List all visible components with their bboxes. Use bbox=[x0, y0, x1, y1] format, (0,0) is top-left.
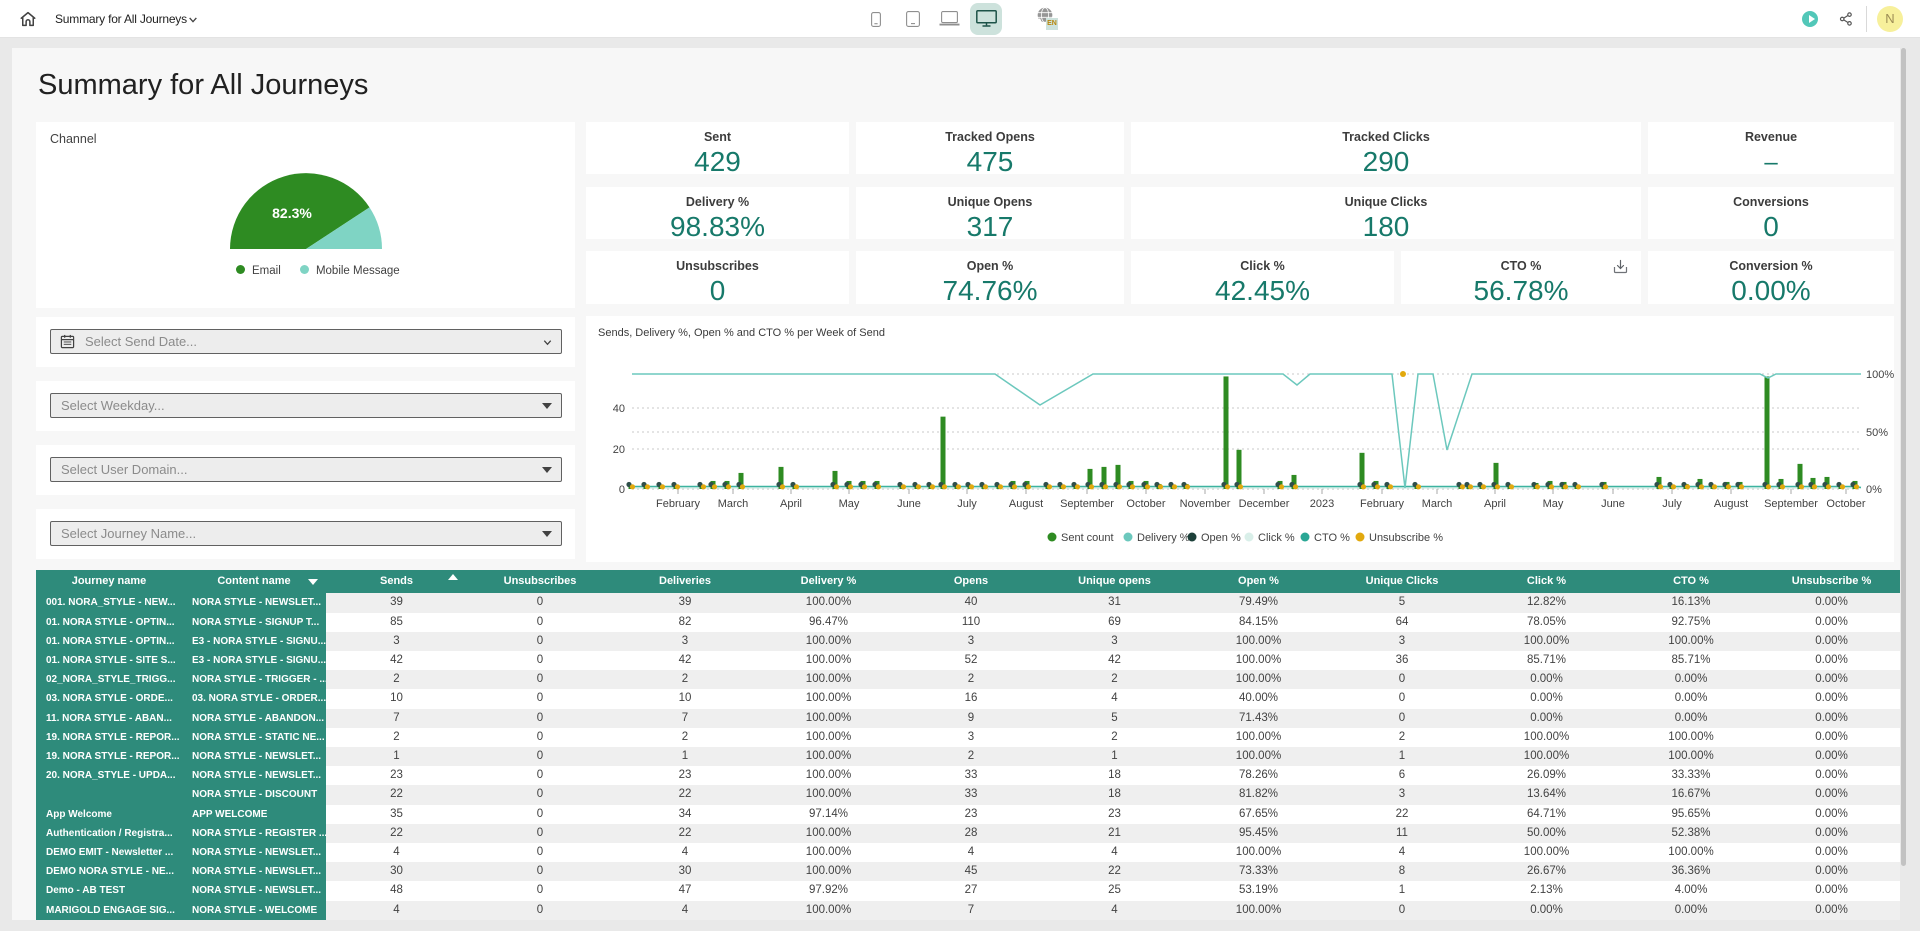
svg-text:Delivery %: Delivery % bbox=[1137, 532, 1190, 544]
svg-text:September: September bbox=[1764, 498, 1818, 510]
svg-text:0%: 0% bbox=[1866, 484, 1882, 496]
svg-text:March: March bbox=[1422, 498, 1453, 510]
svg-text:82.3%: 82.3% bbox=[272, 205, 312, 221]
svg-text:October: October bbox=[1126, 498, 1165, 510]
svg-text:May: May bbox=[1543, 498, 1564, 510]
svg-text:June: June bbox=[897, 498, 921, 510]
svg-text:February: February bbox=[656, 498, 701, 510]
svg-text:April: April bbox=[780, 498, 802, 510]
svg-text:Sent count: Sent count bbox=[1061, 532, 1114, 544]
svg-text:Unsubscribe %: Unsubscribe % bbox=[1369, 532, 1443, 544]
svg-text:February: February bbox=[1360, 498, 1405, 510]
svg-text:October: October bbox=[1826, 498, 1865, 510]
svg-text:100%: 100% bbox=[1866, 369, 1894, 381]
svg-text:April: April bbox=[1484, 498, 1506, 510]
svg-text:Open %: Open % bbox=[1201, 532, 1241, 544]
svg-text:June: June bbox=[1601, 498, 1625, 510]
svg-text:May: May bbox=[839, 498, 860, 510]
svg-text:July: July bbox=[957, 498, 977, 510]
svg-text:December: December bbox=[1239, 498, 1290, 510]
svg-text:August: August bbox=[1009, 498, 1043, 510]
svg-text:March: March bbox=[718, 498, 749, 510]
svg-text:0: 0 bbox=[619, 484, 625, 496]
svg-text:50%: 50% bbox=[1866, 427, 1888, 439]
svg-text:Click %: Click % bbox=[1258, 532, 1295, 544]
svg-text:July: July bbox=[1662, 498, 1682, 510]
svg-text:November: November bbox=[1180, 498, 1231, 510]
svg-text:2023: 2023 bbox=[1310, 498, 1334, 510]
svg-text:20: 20 bbox=[613, 444, 625, 456]
svg-text:40: 40 bbox=[613, 403, 625, 415]
svg-text:August: August bbox=[1714, 498, 1748, 510]
svg-text:September: September bbox=[1060, 498, 1114, 510]
svg-text:CTO %: CTO % bbox=[1314, 532, 1350, 544]
